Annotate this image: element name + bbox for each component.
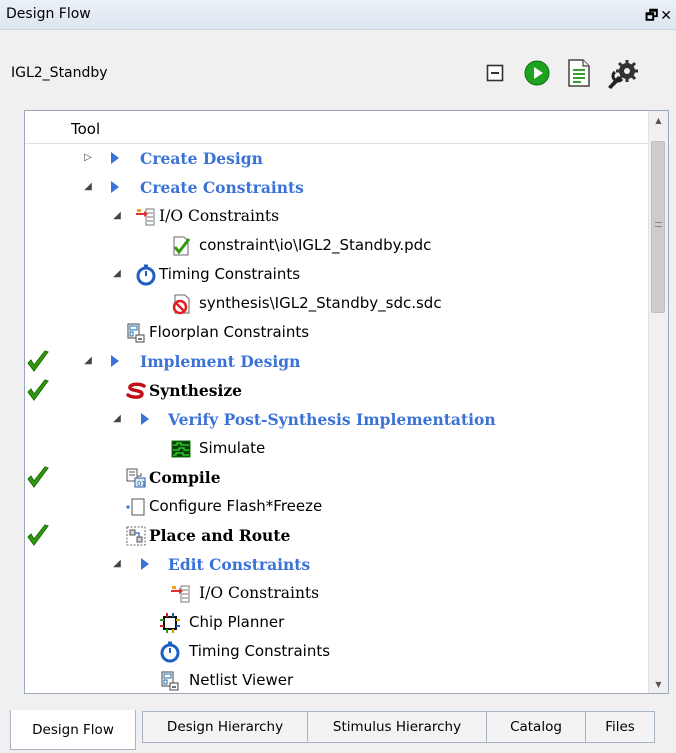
tab-files[interactable]: Files [585, 711, 655, 743]
tree-row-label: Configure Flash*Freeze [149, 497, 323, 515]
collapse-arrow-icon[interactable]: ◢ [111, 412, 123, 426]
collapse-arrow-icon[interactable]: ◢ [111, 267, 123, 281]
tree-row-label: Timing Constraints [189, 642, 331, 660]
tab-stimulus-hierarchy[interactable]: Stimulus Hierarchy [307, 711, 487, 743]
netlist-viewer-icon [159, 670, 181, 692]
tab-catalog[interactable]: Catalog [486, 711, 586, 743]
category-marker-icon [110, 152, 120, 164]
tree-row-label: Edit Constraints [168, 555, 311, 574]
panel-window-buttons: 🗗✕ [645, 5, 674, 29]
tree-row-label: constraint\io\IGL2_Standby.pdc [199, 236, 432, 254]
tree-row[interactable]: ◢ Implement Design [25, 348, 647, 377]
tree-row-label: Compile [149, 468, 221, 487]
synplify-icon [125, 380, 147, 402]
io-constraints-icon [135, 206, 157, 228]
tree-row-label: Timing Constraints [159, 265, 301, 283]
tree-row[interactable]: I/O Constraints [25, 580, 647, 609]
tree-row[interactable]: synthesis\IGL2_Standby_sdc.sdc [25, 290, 647, 319]
close-icon[interactable]: ✕ [660, 8, 674, 24]
tree-row[interactable]: Synthesize [25, 377, 647, 406]
collapse-all-button[interactable] [478, 56, 512, 90]
tree-row[interactable]: ◢ I/O Constraints [25, 203, 647, 232]
tree-row-label: Verify Post-Synthesis Implementation [168, 410, 496, 429]
tree-row[interactable]: ◢ Edit Constraints [25, 551, 647, 580]
compile-icon: 01 [125, 467, 147, 489]
category-marker-icon [110, 181, 120, 193]
tree-row[interactable]: constraint\io\IGL2_Standby.pdc [25, 232, 647, 261]
configure-button[interactable] [606, 56, 640, 90]
scroll-down-icon[interactable]: ▼ [649, 675, 668, 693]
collapse-arrow-icon[interactable]: ◢ [111, 209, 123, 223]
design-flow-tree: Tool ▷ Create Design ◢ Create Constraints ◢ I… [24, 110, 669, 694]
tree-row[interactable]: ▷ Create Design [25, 145, 647, 174]
tree-row-label: Create Constraints [140, 178, 304, 197]
project-header: IGL2_Standby [0, 30, 676, 110]
tab-design-hierarchy[interactable]: Design Hierarchy [142, 711, 308, 743]
tree-row[interactable]: Netlist Viewer [25, 667, 647, 693]
stopwatch-icon [135, 264, 157, 286]
tree-row[interactable]: ◢ Verify Post-Synthesis Implementation [25, 406, 647, 435]
collapse-arrow-icon[interactable]: ◢ [111, 557, 123, 571]
completed-check-icon [26, 465, 50, 491]
play-icon [524, 60, 550, 86]
tree-row-label: Simulate [199, 439, 266, 457]
completed-check-icon [26, 378, 50, 404]
sdc-file-error-icon [170, 293, 192, 315]
vertical-scrollbar[interactable]: ▲ ▼ [648, 111, 668, 693]
tree-column-header[interactable]: Tool [25, 111, 649, 144]
collapse-arrow-icon[interactable]: ◢ [82, 180, 94, 194]
panel-titlebar: Design Flow 🗗✕ [0, 0, 676, 30]
tree-row-label: Floorplan Constraints [149, 323, 310, 341]
panel-title: Design Flow [6, 6, 91, 22]
collapse-icon [486, 64, 504, 82]
expand-arrow-icon[interactable]: ▷ [82, 151, 94, 165]
tree-row[interactable]: Simulate [25, 435, 647, 464]
category-marker-icon [140, 558, 150, 570]
category-marker-icon [140, 413, 150, 425]
tree-row[interactable]: ◢ Timing Constraints [25, 261, 647, 290]
tree-row-label: Create Design [140, 149, 263, 168]
tree-row[interactable]: Floorplan Constraints [25, 319, 647, 348]
tree-row-label: Implement Design [140, 352, 301, 371]
tree-row-label: synthesis\IGL2_Standby_sdc.sdc [199, 294, 442, 312]
flash-freeze-icon [125, 496, 147, 518]
scroll-up-icon[interactable]: ▲ [649, 111, 668, 129]
run-button[interactable] [520, 56, 554, 90]
project-name: IGL2_Standby [11, 65, 108, 81]
chip-planner-icon [159, 612, 181, 634]
tree-row[interactable]: Configure Flash*Freeze [25, 493, 647, 522]
collapse-arrow-icon[interactable]: ◢ [82, 354, 94, 368]
wrench-gear-icon [608, 60, 638, 89]
svg-text:01: 01 [137, 480, 146, 488]
completed-check-icon [26, 523, 50, 549]
tree-row[interactable]: Timing Constraints [25, 638, 647, 667]
column-header-tool: Tool [71, 120, 101, 138]
waveform-icon [170, 438, 192, 460]
category-marker-icon [110, 355, 120, 367]
tree-row[interactable]: 01 Compile [25, 464, 647, 493]
tree-row-label: I/O Constraints [199, 584, 320, 602]
tree-row[interactable]: ◢ Create Constraints [25, 174, 647, 203]
tree-row-label: Netlist Viewer [189, 671, 294, 689]
stopwatch-icon [159, 641, 181, 663]
io-constraints-icon [170, 583, 192, 605]
tree-row-label: Chip Planner [189, 613, 285, 631]
tree-row-label: Synthesize [149, 381, 243, 400]
tree-row-label: Place and Route [149, 526, 291, 545]
scrollbar-thumb[interactable] [651, 141, 665, 313]
report-icon [568, 59, 590, 87]
place-route-icon [125, 525, 147, 547]
completed-check-icon [26, 349, 50, 375]
tree-row[interactable]: Chip Planner [25, 609, 647, 638]
tab-design-flow[interactable]: Design Flow [10, 710, 136, 750]
restore-icon[interactable]: 🗗 [645, 8, 660, 24]
tree-row[interactable]: Place and Route [25, 522, 647, 551]
tree-row-label: I/O Constraints [159, 207, 280, 225]
floorplan-icon [125, 322, 147, 344]
pdc-file-icon [170, 235, 192, 257]
report-button[interactable] [562, 56, 596, 90]
